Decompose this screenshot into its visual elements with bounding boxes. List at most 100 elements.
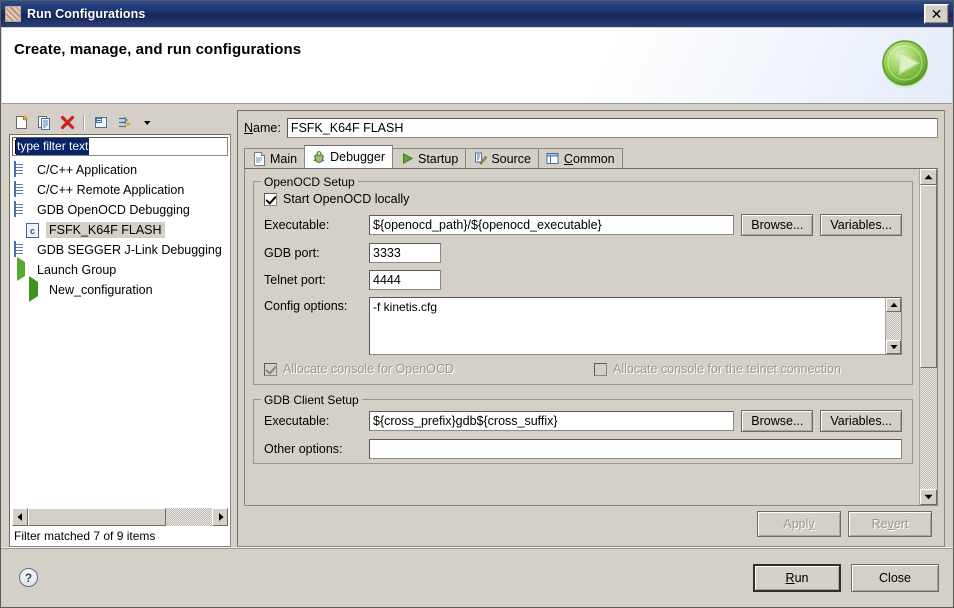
- scroll-up-icon[interactable]: [886, 298, 901, 312]
- tree-item-label: Launch Group: [34, 262, 119, 278]
- play-icon: [400, 152, 414, 166]
- page-title: Create, manage, and run configurations: [14, 41, 301, 58]
- allocate-console-telnet-checkbox: [594, 363, 607, 376]
- debugger-tab-pane: OpenOCD Setup Start OpenOCD locally Exec…: [244, 168, 938, 506]
- scrollbar-track[interactable]: [886, 312, 901, 340]
- openocd-executable-row: Executable: ${openocd_path}/${openocd_ex…: [264, 214, 902, 236]
- telnet-port-input[interactable]: 4444: [369, 270, 441, 290]
- allocate-console-row: Allocate console for OpenOCD Allocate co…: [264, 362, 902, 376]
- allocate-console-telnet-row[interactable]: Allocate console for the telnet connecti…: [594, 362, 841, 376]
- allocate-console-openocd-row[interactable]: Allocate console for OpenOCD: [264, 362, 594, 376]
- delete-configuration-icon[interactable]: [57, 112, 77, 132]
- configurations-tree[interactable]: C/C++ Application C/C++ Remote Applicati…: [10, 156, 230, 506]
- allocate-console-openocd-checkbox: [264, 363, 277, 376]
- gdb-executable-variables-button[interactable]: Variables...: [820, 410, 902, 432]
- scroll-down-icon[interactable]: [886, 340, 901, 354]
- tree-item-c-cpp-remote-application[interactable]: C/C++ Remote Application: [12, 180, 230, 200]
- tab-label: Startup: [418, 152, 458, 166]
- tab-label: Common: [564, 152, 615, 166]
- gdb-executable-row: Executable: ${cross_prefix}gdb${cross_su…: [264, 410, 902, 432]
- help-icon[interactable]: ?: [19, 568, 38, 587]
- collapse-all-icon[interactable]: [91, 112, 111, 132]
- tree-item-gdb-segger-jlink-debugging[interactable]: GDB SEGGER J-Link Debugging: [12, 240, 230, 260]
- telnet-port-row: Telnet port: 4444: [264, 270, 902, 290]
- filter-input[interactable]: type filter text: [12, 137, 228, 156]
- tab-label: Main: [270, 152, 297, 166]
- tree-item-label: C/C++ Application: [34, 162, 140, 178]
- openocd-executable-label: Executable:: [264, 218, 369, 232]
- scrollbar-thumb[interactable]: [28, 508, 166, 526]
- apply-button[interactable]: Apply: [757, 511, 841, 537]
- view-menu-chevron-down-icon[interactable]: [137, 112, 157, 132]
- run-configurations-dialog: Run Configurations ✕ Create, manage, and…: [0, 0, 954, 608]
- tab-common[interactable]: Common: [538, 148, 623, 168]
- tree-item-launch-group[interactable]: Launch Group: [12, 260, 230, 280]
- configurations-toolbar: [9, 110, 231, 134]
- toolbar-separator: [83, 115, 85, 130]
- gdb-client-setup-title: GDB Client Setup: [261, 393, 362, 407]
- tree-horizontal-scrollbar[interactable]: [12, 508, 228, 526]
- gdb-client-setup-group: GDB Client Setup Executable: ${cross_pre…: [253, 399, 913, 464]
- configuration-name-label: Name:: [244, 121, 281, 135]
- filter-launch-configurations-icon[interactable]: [114, 112, 134, 132]
- openocd-executable-browse-button[interactable]: Browse...: [741, 214, 813, 236]
- launch-config-icon: [14, 202, 30, 218]
- tree-item-new-configuration[interactable]: New_configuration: [12, 280, 230, 300]
- gdb-other-options-input[interactable]: [369, 439, 902, 459]
- run-button-label: Run: [786, 571, 809, 585]
- debugger-pane-scrollbar[interactable]: [919, 169, 937, 505]
- scroll-down-icon[interactable]: [920, 489, 937, 505]
- start-openocd-locally-row[interactable]: Start OpenOCD locally: [264, 192, 902, 206]
- openocd-executable-input[interactable]: ${openocd_path}/${openocd_executable}: [369, 215, 734, 235]
- tab-debugger[interactable]: Debugger: [304, 145, 393, 168]
- scrollbar-track[interactable]: [920, 368, 937, 489]
- configuration-name-row: Name: FSFK_K64F FLASH: [244, 117, 938, 139]
- gdb-executable-input[interactable]: ${cross_prefix}gdb${cross_suffix}: [369, 411, 734, 431]
- launch-config-icon: [14, 162, 30, 178]
- c-config-icon: c: [26, 222, 42, 238]
- tree-item-c-cpp-application[interactable]: C/C++ Application: [12, 160, 230, 180]
- filter-wrap: type filter text: [10, 135, 230, 156]
- configuration-tabs: Main Debugger: [244, 145, 938, 168]
- configuration-editor-panel: Name: FSFK_K64F FLASH Main: [237, 110, 945, 547]
- openocd-executable-variables-button[interactable]: Variables...: [820, 214, 902, 236]
- config-options-textarea[interactable]: -f kinetis.cfg: [369, 297, 902, 355]
- tree-item-gdb-openocd-debugging[interactable]: GDB OpenOCD Debugging: [12, 200, 230, 220]
- scroll-right-icon[interactable]: [212, 508, 228, 526]
- launch-config-icon: [14, 182, 30, 198]
- configuration-name-input[interactable]: FSFK_K64F FLASH: [287, 118, 938, 138]
- tab-startup[interactable]: Startup: [392, 148, 466, 168]
- revert-button-label: Revert: [872, 517, 909, 531]
- window-title: Run Configurations: [27, 7, 924, 21]
- gdb-executable-label: Executable:: [264, 414, 369, 428]
- run-configurations-icon: [5, 6, 21, 22]
- gdb-port-label: GDB port:: [264, 246, 369, 260]
- start-openocd-locally-checkbox[interactable]: [264, 193, 277, 206]
- start-openocd-locally-label: Start OpenOCD locally: [283, 192, 409, 206]
- duplicate-configuration-icon[interactable]: [34, 112, 54, 132]
- tree-item-fsfk-k64f-flash[interactable]: c FSFK_K64F FLASH: [12, 220, 230, 240]
- tab-main[interactable]: Main: [244, 148, 305, 168]
- configurations-tree-box: type filter text C/C++ Application: [9, 134, 231, 547]
- scrollbar-thumb[interactable]: [920, 185, 937, 368]
- tab-source[interactable]: Source: [465, 148, 539, 168]
- run-button[interactable]: Run: [753, 564, 841, 592]
- scroll-up-icon[interactable]: [920, 169, 937, 185]
- telnet-port-label: Telnet port:: [264, 273, 369, 287]
- gdb-executable-browse-button[interactable]: Browse...: [741, 410, 813, 432]
- close-button[interactable]: Close: [851, 564, 939, 592]
- new-configuration-icon[interactable]: [11, 112, 31, 132]
- config-options-label: Config options:: [264, 297, 369, 313]
- tab-label: Debugger: [330, 150, 385, 164]
- scrollbar-track[interactable]: [166, 508, 212, 526]
- dialog-footer: ? Run Close: [1, 547, 953, 607]
- gdb-port-input[interactable]: 3333: [369, 243, 441, 263]
- revert-button[interactable]: Revert: [848, 511, 932, 537]
- filter-input-value: type filter text: [16, 138, 89, 155]
- scroll-left-icon[interactable]: [12, 508, 28, 526]
- close-icon[interactable]: ✕: [924, 4, 949, 24]
- tree-item-label: GDB SEGGER J-Link Debugging: [34, 242, 225, 258]
- config-options-scrollbar[interactable]: [885, 298, 901, 354]
- config-options-value[interactable]: -f kinetis.cfg: [370, 298, 885, 354]
- gdb-other-options-row: Other options:: [264, 439, 902, 459]
